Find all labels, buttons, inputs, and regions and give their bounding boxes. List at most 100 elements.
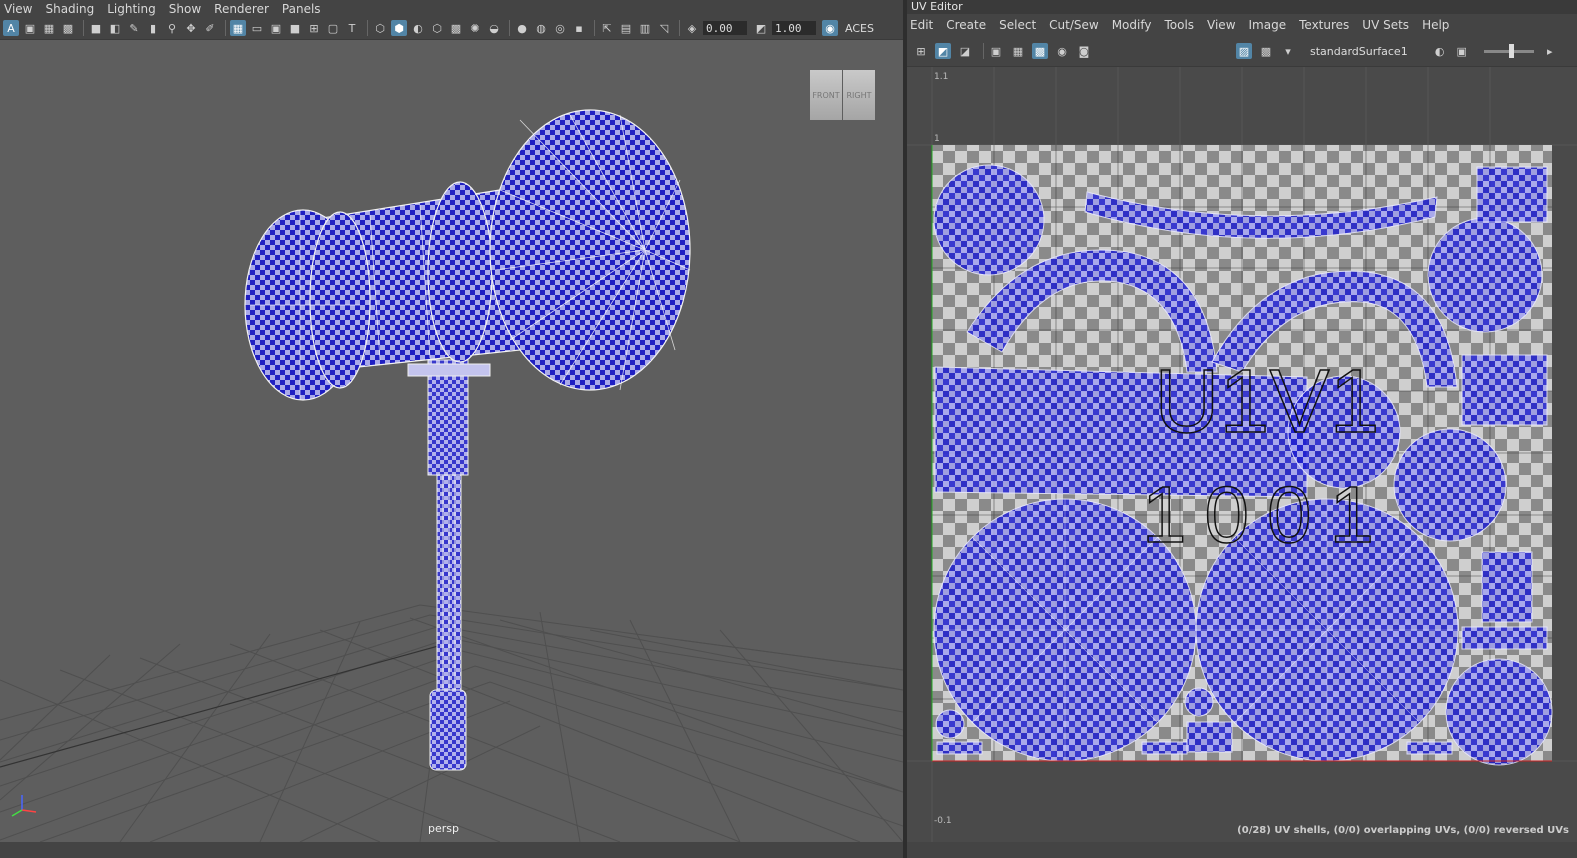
- uv-toolbar: ⊞ ◩ ◪ ▣ ▦ ▩ ◉ ◙ ▨ ▩ ▾ standardSurface1 ◐…: [907, 36, 1577, 67]
- resolution-gate-icon[interactable]: ▣: [268, 20, 284, 36]
- uv-pixel-snap-icon[interactable]: ▦: [1010, 43, 1026, 59]
- uv-dropdown-icon[interactable]: ▾: [1280, 43, 1296, 59]
- field-chart-icon[interactable]: ⊞: [306, 20, 322, 36]
- menu-shading[interactable]: Shading: [45, 2, 94, 16]
- paint-icon[interactable]: ✐: [202, 20, 218, 36]
- viewcube-right[interactable]: RIGHT: [843, 70, 875, 120]
- uv-shell: [1461, 626, 1548, 650]
- uv-menu-tools[interactable]: Tools: [1164, 18, 1194, 32]
- uv-shell: [1445, 658, 1553, 766]
- uv-menu-help[interactable]: Help: [1422, 18, 1449, 32]
- camera-attributes-icon[interactable]: ▣: [22, 20, 38, 36]
- transform-icon[interactable]: ✥: [183, 20, 199, 36]
- anti-aliasing-icon[interactable]: ◎: [552, 20, 568, 36]
- exposure-icon[interactable]: ◈: [684, 20, 700, 36]
- viewcube-front[interactable]: FRONT: [810, 70, 842, 120]
- menu-show[interactable]: Show: [169, 2, 201, 16]
- uv-canvas[interactable]: U1V1 1001 1.1 1 -0.1 (0/28) UV shells, (…: [907, 67, 1577, 848]
- exposure-field[interactable]: [703, 21, 747, 35]
- isolate-select-icon[interactable]: ⇱: [599, 20, 615, 36]
- slider-knob[interactable]: [1508, 43, 1514, 58]
- motion-blur-icon[interactable]: ◍: [533, 20, 549, 36]
- uv-checker-icon[interactable]: ▩: [1032, 43, 1048, 59]
- ambient-occlusion-icon[interactable]: ●: [514, 20, 530, 36]
- bookmark-icon[interactable]: ▦: [41, 20, 57, 36]
- camera-label: persp: [428, 822, 459, 835]
- smooth-shade-icon[interactable]: ⬢: [391, 20, 407, 36]
- uv-bottom-strip: [907, 842, 1577, 858]
- image-plane-icon[interactable]: ▩: [60, 20, 76, 36]
- uv-shader-name[interactable]: standardSurface1: [1310, 45, 1408, 58]
- color-space-label[interactable]: ACES: [845, 22, 874, 35]
- uv-menu-cut-sew[interactable]: Cut/Sew: [1049, 18, 1099, 32]
- shelf-icon[interactable]: ⚲: [164, 20, 180, 36]
- uv-image-icon[interactable]: ▣: [1454, 43, 1470, 59]
- viewport-scene: [0, 109, 903, 842]
- textured-icon[interactable]: ▩: [448, 20, 464, 36]
- safe-action-icon[interactable]: ▢: [325, 20, 341, 36]
- gate-mask-icon[interactable]: ■: [287, 20, 303, 36]
- shadows-icon[interactable]: ◒: [486, 20, 502, 36]
- lock-camera-icon[interactable]: ▮: [145, 20, 161, 36]
- depth-of-field-icon[interactable]: ▪: [571, 20, 587, 36]
- grid-icon[interactable]: ▦: [230, 20, 246, 36]
- color-management-icon[interactable]: ◉: [822, 20, 838, 36]
- uv-menu-modify[interactable]: Modify: [1112, 18, 1152, 32]
- hammer-handle: [407, 359, 491, 771]
- menu-panels[interactable]: Panels: [282, 2, 321, 16]
- xray-icon[interactable]: ▤: [618, 20, 634, 36]
- menu-view[interactable]: View: [4, 2, 32, 16]
- xray-components-icon[interactable]: ◹: [656, 20, 672, 36]
- two-d-pan-icon[interactable]: ◧: [107, 20, 123, 36]
- wireframe-on-shaded-icon[interactable]: ⬡: [429, 20, 445, 36]
- viewport-panel[interactable]: View Shading Lighting Show Renderer Pane…: [0, 0, 903, 858]
- gamma-icon[interactable]: ◩: [753, 20, 769, 36]
- uv-display-image-icon[interactable]: ▨: [1236, 43, 1252, 59]
- uv-menu-create[interactable]: Create: [946, 18, 986, 32]
- lights-icon[interactable]: ✺: [467, 20, 483, 36]
- uv-shell: [1393, 428, 1507, 542]
- select-camera-icon[interactable]: A: [3, 20, 19, 36]
- viewport-bottom-strip: [0, 842, 903, 858]
- safe-title-icon[interactable]: T: [344, 20, 360, 36]
- uv-grid-icon[interactable]: ▣: [988, 43, 1004, 59]
- uv-exposure-icon[interactable]: ◐: [1432, 43, 1448, 59]
- uv-menu-uv-sets[interactable]: UV Sets: [1362, 18, 1409, 32]
- uv-menu-image[interactable]: Image: [1249, 18, 1287, 32]
- film-gate-icon[interactable]: ▭: [249, 20, 265, 36]
- uv-grid-label-one: 1: [934, 134, 940, 144]
- uv-shell: [935, 709, 965, 739]
- uv-toolkit-icon[interactable]: ⊞: [913, 43, 929, 59]
- menu-lighting[interactable]: Lighting: [107, 2, 156, 16]
- uv-shell: [1481, 551, 1533, 623]
- perspective-viewport[interactable]: FRONT RIGHT: [0, 40, 903, 842]
- wireframe-icon[interactable]: ⬡: [372, 20, 388, 36]
- toolbar-divider: [679, 20, 680, 36]
- uv-checker-tiles-icon[interactable]: ▩: [1258, 43, 1274, 59]
- default-material-icon[interactable]: ◐: [410, 20, 426, 36]
- xray-joints-icon[interactable]: ▥: [637, 20, 653, 36]
- camera-icon[interactable]: ■: [88, 20, 104, 36]
- uv-menu-select[interactable]: Select: [999, 18, 1036, 32]
- uv-right-arrow-icon[interactable]: ▸: [1542, 43, 1558, 59]
- gamma-field[interactable]: [772, 21, 816, 35]
- uv-shaded-icon[interactable]: ◪: [957, 43, 973, 59]
- uv-shell: [1427, 217, 1543, 333]
- grease-pencil-icon[interactable]: ✎: [126, 20, 142, 36]
- uv-menubar: Edit Create Select Cut/Sew Modify Tools …: [907, 14, 1577, 36]
- toolbar-divider: [367, 20, 368, 36]
- uv-editor-panel[interactable]: UV Editor Edit Create Select Cut/Sew Mod…: [907, 0, 1577, 858]
- uv-menu-edit[interactable]: Edit: [910, 18, 933, 32]
- menu-renderer[interactable]: Renderer: [214, 2, 269, 16]
- uv-grid-label-bottom: -0.1: [934, 816, 952, 826]
- uv-dim-slider[interactable]: [1483, 43, 1534, 58]
- view-cube[interactable]: FRONT RIGHT: [810, 70, 875, 120]
- viewport-menubar: View Shading Lighting Show Renderer Pane…: [0, 0, 903, 17]
- uv-menu-view[interactable]: View: [1207, 18, 1235, 32]
- uv-menu-textures[interactable]: Textures: [1299, 18, 1349, 32]
- uv-select-shell-icon[interactable]: ◩: [935, 43, 951, 59]
- uv-shell: [1184, 687, 1214, 717]
- uv-shell: [1141, 741, 1188, 755]
- uv-snapshot-icon[interactable]: ◙: [1076, 43, 1092, 59]
- uv-distortion-icon[interactable]: ◉: [1054, 43, 1070, 59]
